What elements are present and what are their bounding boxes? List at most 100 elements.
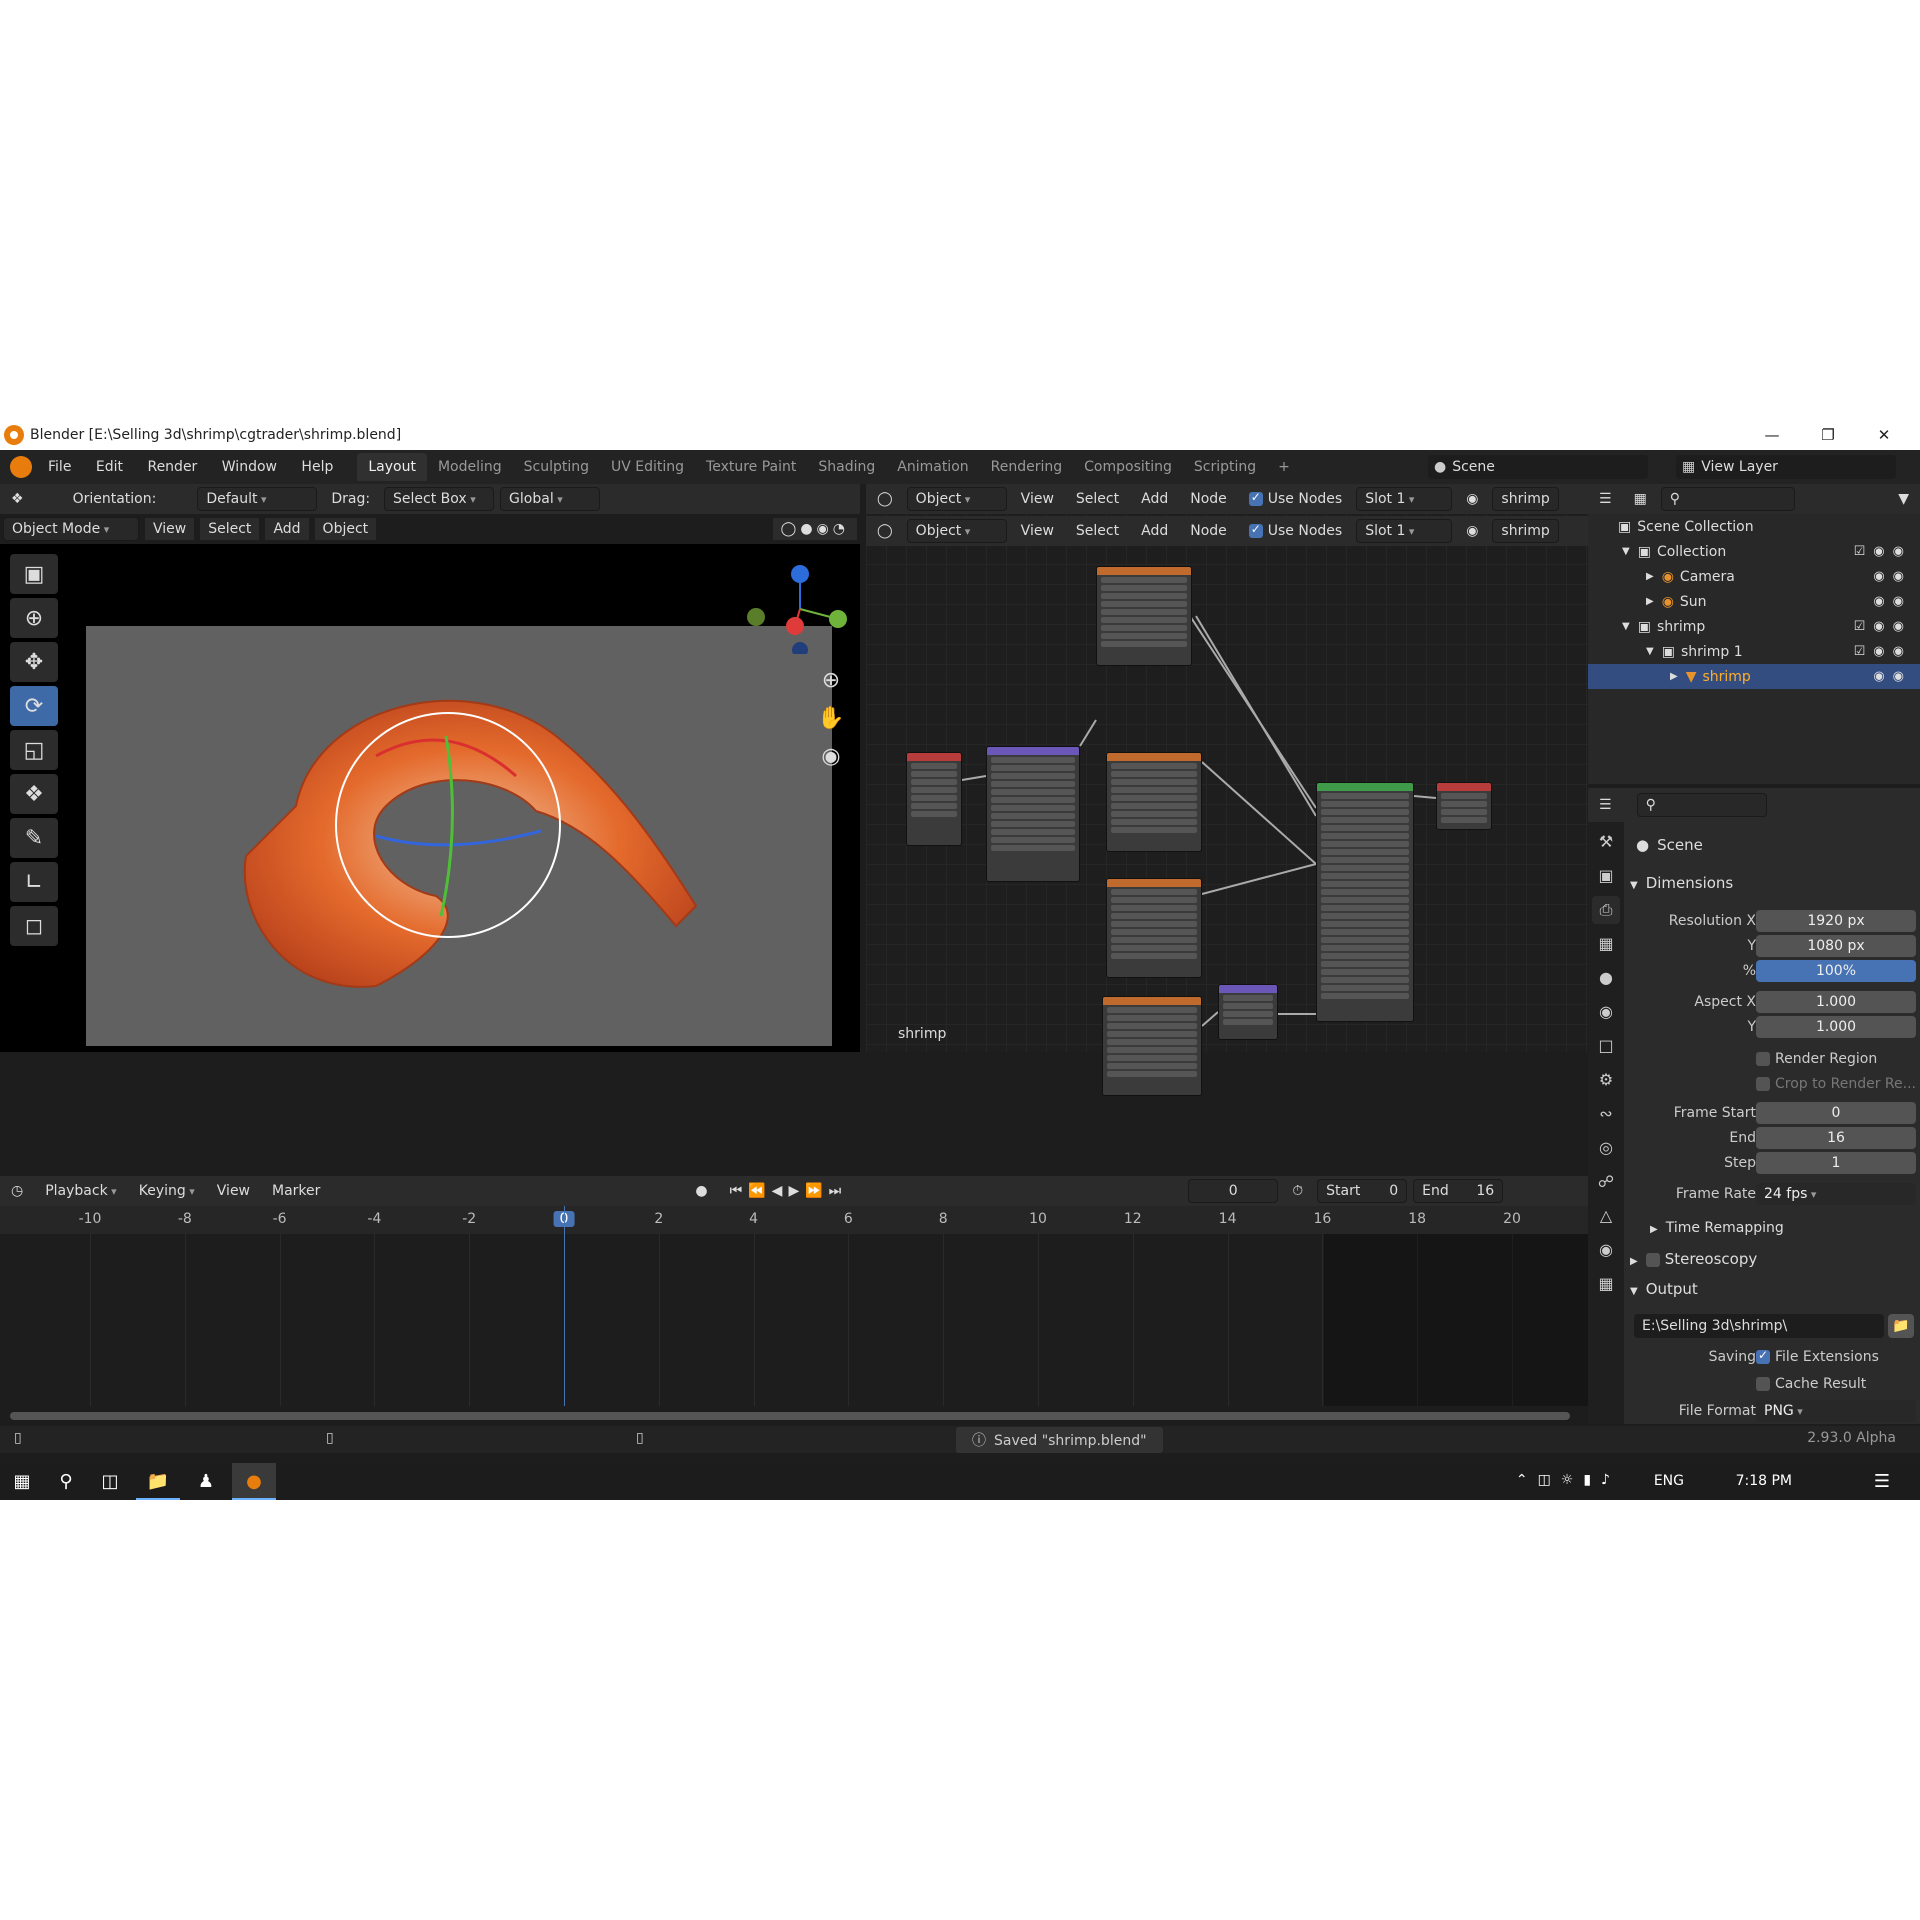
pan-hand-icon[interactable]: ✋: [816, 700, 846, 738]
timeline-end-field[interactable]: End 16: [1413, 1179, 1504, 1203]
mode-dropdown[interactable]: Object Mode: [3, 517, 139, 541]
timeline-editor-icon[interactable]: ◷: [3, 1180, 32, 1202]
node-texture-coordinate[interactable]: [906, 752, 962, 846]
node-image-texture-roughness[interactable]: [1106, 752, 1202, 852]
menu-window[interactable]: Window: [212, 459, 287, 475]
scale-icon[interactable]: ◱: [10, 730, 58, 770]
view-layer-selector[interactable]: ▦ View Layer: [1676, 455, 1896, 479]
transform-icon[interactable]: ❖: [10, 774, 58, 814]
constraints-tab-icon[interactable]: ☍: [1592, 1168, 1620, 1196]
render-tab-icon[interactable]: ▣: [1592, 862, 1620, 890]
expand-arrow-icon[interactable]: ▶: [1646, 596, 1654, 607]
search-icon[interactable]: ⚲: [44, 1463, 88, 1500]
frame-step-field[interactable]: 1: [1756, 1152, 1916, 1174]
tab-animation[interactable]: Animation: [886, 453, 979, 481]
particles-tab-icon[interactable]: ∾: [1592, 1100, 1620, 1128]
frame-end-field[interactable]: 16: [1756, 1127, 1916, 1149]
file-format-dropdown[interactable]: PNG: [1756, 1400, 1916, 1422]
file-explorer-icon[interactable]: 📁: [136, 1463, 180, 1500]
drag-dropdown[interactable]: Select Box: [384, 487, 495, 511]
visibility-icons[interactable]: ◉◉: [1873, 594, 1912, 609]
outliner-row-collection[interactable]: ▼ ▣ Collection ☑◉◉: [1588, 539, 1920, 564]
current-frame-field[interactable]: 0: [1188, 1179, 1279, 1203]
time-remapping-subpanel[interactable]: ▶ Time Remapping: [1650, 1220, 1784, 1236]
node-image-texture-metallic[interactable]: [1106, 878, 1202, 978]
cache-result-checkbox[interactable]: [1756, 1377, 1770, 1391]
resolution-x-field[interactable]: 1920 px: [1756, 910, 1916, 932]
language-indicator[interactable]: ENG: [1654, 1473, 1684, 1489]
aspect-y-field[interactable]: 1.000: [1756, 1016, 1916, 1038]
measure-icon[interactable]: ∟: [10, 862, 58, 902]
timeline-scrollbar[interactable]: [10, 1412, 1570, 1420]
node-normal-map[interactable]: [1218, 984, 1278, 1040]
shading-modes-icon[interactable]: ◯●◉◔: [772, 518, 857, 540]
tab-uv-editing[interactable]: UV Editing: [600, 453, 695, 481]
frame-start-field[interactable]: 0: [1756, 1102, 1916, 1124]
crop-region-checkbox[interactable]: [1756, 1077, 1770, 1091]
timeline-menu-view[interactable]: View: [208, 1180, 259, 1202]
tab-scripting[interactable]: Scripting: [1183, 453, 1267, 481]
output-panel-header[interactable]: ▼ Output: [1630, 1280, 1698, 1298]
data-tab-icon[interactable]: △: [1592, 1202, 1620, 1230]
tab-texture-paint[interactable]: Texture Paint: [695, 453, 807, 481]
stereoscopy-panel-header[interactable]: ▶ Stereoscopy: [1630, 1250, 1757, 1268]
shrimp-model[interactable]: [86, 626, 832, 1046]
annotate-icon[interactable]: ✎: [10, 818, 58, 858]
outliner-filter-view-icon[interactable]: ▦: [1625, 488, 1655, 510]
node-mapping[interactable]: [986, 746, 1080, 882]
restore-icon[interactable]: ❐: [1800, 420, 1856, 450]
view-layer-tab-icon[interactable]: ▦: [1592, 930, 1620, 958]
app-icon[interactable]: ♟: [184, 1463, 228, 1500]
3d-viewport[interactable]: ❖ Orientation: Default Drag: Select Box …: [0, 484, 860, 1052]
node-material-output[interactable]: [1436, 782, 1492, 830]
tab-sculpting[interactable]: Sculpting: [513, 453, 600, 481]
visibility-icons[interactable]: ☑◉◉: [1854, 544, 1912, 559]
properties-search-icon[interactable]: ⚲: [1636, 793, 1767, 817]
menu-help[interactable]: Help: [291, 459, 343, 475]
texture-tab-icon[interactable]: ▦: [1592, 1270, 1620, 1298]
transform-orientation-dropdown[interactable]: Global: [500, 487, 601, 511]
move-icon[interactable]: ✥: [10, 642, 58, 682]
clock[interactable]: 7:18 PM: [1736, 1473, 1792, 1489]
scene-selector[interactable]: ● Scene: [1428, 455, 1648, 479]
resolution-y-field[interactable]: 1080 px: [1756, 935, 1916, 957]
visibility-icons[interactable]: ☑◉◉: [1854, 644, 1912, 659]
modifier-tab-icon[interactable]: ⚙: [1592, 1066, 1620, 1094]
navigation-gizmo[interactable]: [740, 564, 860, 654]
render-region-row[interactable]: Render Region: [1630, 1047, 1916, 1071]
playback-controls-icon[interactable]: ⏮⏪◀▶⏩⏭: [721, 1180, 856, 1202]
camera-view-icon[interactable]: ◉: [816, 738, 846, 776]
tab-rendering[interactable]: Rendering: [980, 453, 1074, 481]
outliner-row-shrimp-collection[interactable]: ▼ ▣ shrimp ☑◉◉: [1588, 614, 1920, 639]
viewport-menu-select[interactable]: Select: [200, 518, 260, 540]
crop-region-row[interactable]: Crop to Render Re...: [1630, 1072, 1916, 1096]
close-icon[interactable]: ✕: [1856, 420, 1912, 450]
zoom-icon[interactable]: ⊕: [816, 662, 846, 700]
folder-icon[interactable]: 📁: [1888, 1314, 1914, 1338]
timeline-ruler[interactable]: -10-8-6-4-202468101214161820: [0, 1206, 1588, 1234]
tool-tab-icon[interactable]: ⚒: [1592, 828, 1620, 856]
outliner-search-icon[interactable]: ⚲: [1660, 487, 1795, 511]
windows-start-icon[interactable]: ▦: [0, 1463, 44, 1500]
tab-modeling[interactable]: Modeling: [427, 453, 513, 481]
viewport-menu-object[interactable]: Object: [314, 518, 377, 540]
tab-shading[interactable]: Shading: [807, 453, 886, 481]
visibility-icons[interactable]: ◉◉: [1873, 669, 1912, 684]
physics-tab-icon[interactable]: ◎: [1592, 1134, 1620, 1162]
minimize-icon[interactable]: —: [1744, 420, 1800, 450]
tab-compositing[interactable]: Compositing: [1073, 453, 1183, 481]
resolution-percent-field[interactable]: 100%: [1756, 960, 1916, 982]
outliner-row-sun[interactable]: ▶ ◉ Sun ◉◉: [1588, 589, 1920, 614]
menu-edit[interactable]: Edit: [86, 459, 133, 475]
frame-rate-dropdown[interactable]: 24 fps: [1756, 1183, 1916, 1205]
file-extensions-checkbox[interactable]: [1756, 1348, 1770, 1364]
orientation-dropdown[interactable]: Default: [197, 487, 318, 511]
output-path-field[interactable]: E:\Selling 3d\shrimp\: [1634, 1314, 1884, 1338]
add-workspace-icon[interactable]: +: [1267, 453, 1301, 481]
visibility-icons[interactable]: ◉◉: [1873, 569, 1912, 584]
outliner-display-mode-icon[interactable]: ☰: [1591, 488, 1620, 510]
expand-arrow-icon[interactable]: ▼: [1622, 621, 1630, 632]
viewport-menu-view[interactable]: View: [145, 518, 195, 540]
system-tray-icons[interactable]: ⌃◫☼▮♪: [1516, 1472, 1620, 1488]
node-principled-bsdf[interactable]: [1316, 782, 1414, 1022]
